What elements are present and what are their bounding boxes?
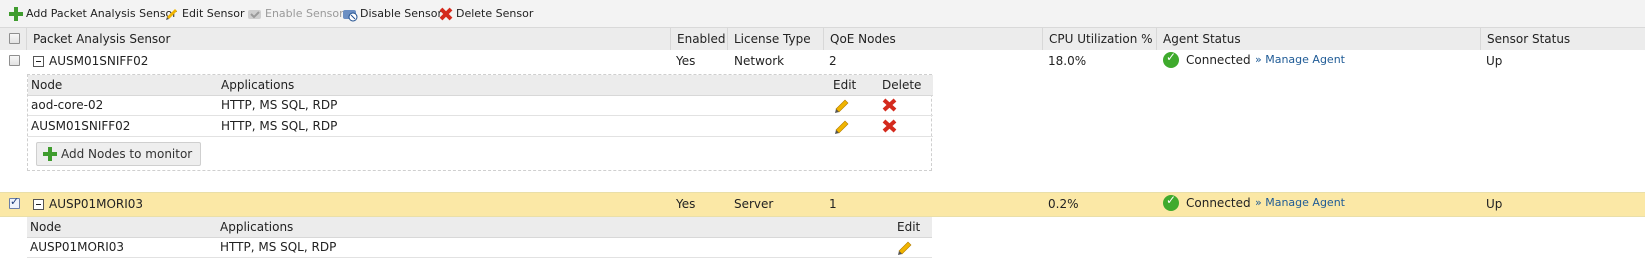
add-nodes-label: Add Nodes to monitor [61,147,193,161]
sensor-row-1[interactable]: AUSM01SNIFF02 Yes Network 2 18.0% Connec… [0,50,1645,72]
subheader-edit: Edit [897,220,921,234]
delete-x-icon[interactable] [881,97,898,113]
sensor-row-2[interactable]: AUSP01MORI03 Yes Server 1 0.2% Connected… [0,192,1645,217]
edit-pencil-icon[interactable] [833,118,851,135]
node-row: AUSP01MORI03 HTTP, MS SQL, RDP [27,237,932,258]
node-row: aod-core-02 HTTP, MS SQL, RDP [28,95,933,116]
select-all-checkbox[interactable] [9,33,20,44]
manage-agent-link[interactable]: » Manage Agent [1255,193,1345,213]
node-applications: HTTP, MS SQL, RDP [221,119,338,133]
connected-check-icon [1163,193,1179,211]
subheader-delete: Delete [882,78,922,92]
node-name: aod-core-02 [31,98,104,112]
node-subtable-2: Node Applications Edit AUSP01MORI03 HTTP… [27,217,932,258]
header-enabled[interactable]: Enabled [670,28,727,50]
collapse-toggle[interactable] [33,199,44,210]
subtable-header: Node Applications Edit Delete [28,75,933,96]
toolbar: Add Packet Analysis Sensor Edit Sensor E… [0,0,1645,27]
row-checkbox[interactable] [9,195,20,209]
node-name: AUSM01SNIFF02 [31,119,131,133]
header-sensor[interactable]: Packet Analysis Sensor [26,28,670,50]
header-qoe[interactable]: QoE Nodes [823,28,1042,50]
edit-pencil-icon[interactable] [896,239,914,256]
node-applications: HTTP, MS SQL, RDP [220,240,337,254]
edit-sensor-label: Edit Sensor [182,7,245,20]
sensor-name: AUSP01MORI03 [49,197,144,211]
row-checkbox[interactable] [9,55,20,66]
manage-agent-link[interactable]: » Manage Agent [1255,50,1345,70]
delete-x-icon [439,7,453,21]
pencil-icon [166,9,177,20]
disable-icon [343,10,358,22]
subheader-applications: Applications [220,220,294,234]
subheader-applications: Applications [221,78,295,92]
add-sensor-label: Add Packet Analysis Sensor [26,7,177,20]
sensor-enabled: Yes [676,54,696,68]
add-plus-icon [9,7,23,21]
node-name: AUSP01MORI03 [30,240,125,254]
header-status[interactable]: Sensor Status [1480,28,1645,50]
table-header: Packet Analysis Sensor Enabled License T… [0,27,1645,51]
add-plus-icon [43,147,57,161]
connected-check-icon [1163,50,1179,68]
header-select-cell [0,28,26,50]
header-agent[interactable]: Agent Status [1156,28,1480,50]
subheader-node: Node [31,78,63,92]
agent-status: Connected [1186,196,1251,210]
delete-x-icon[interactable] [881,118,898,134]
node-applications: HTTP, MS SQL, RDP [221,98,338,112]
header-license[interactable]: License Type [727,28,823,50]
node-row: AUSM01SNIFF02 HTTP, MS SQL, RDP [28,116,933,137]
edit-pencil-icon[interactable] [833,97,851,114]
sensor-cpu: 0.2% [1048,197,1079,211]
node-subtable-1: Node Applications Edit Delete aod-core-0… [27,74,933,171]
sensor-license: Network [734,54,785,68]
disable-sensor-label: Disable Sensor [360,7,443,20]
sensor-enabled: Yes [676,197,696,211]
sensor-name: AUSM01SNIFF02 [49,54,149,68]
collapse-toggle[interactable] [33,56,44,67]
sensor-license: Server [734,197,774,211]
sensor-qoe: 1 [829,197,837,211]
sensor-status: Up [1486,197,1503,211]
subheader-node: Node [30,220,62,234]
agent-status: Connected [1186,53,1251,67]
sensor-qoe: 2 [829,54,837,68]
delete-sensor-label: Delete Sensor [456,7,534,20]
add-nodes-button[interactable]: Add Nodes to monitor [36,142,202,166]
subtable-header: Node Applications Edit [27,217,932,238]
sensor-status: Up [1486,54,1503,68]
header-cpu[interactable]: CPU Utilization % [1042,28,1156,50]
sensor-cpu: 18.0% [1048,54,1087,68]
enable-icon [248,10,261,19]
enable-sensor-label: Enable Sensor [265,7,344,20]
subheader-edit: Edit [833,78,857,92]
